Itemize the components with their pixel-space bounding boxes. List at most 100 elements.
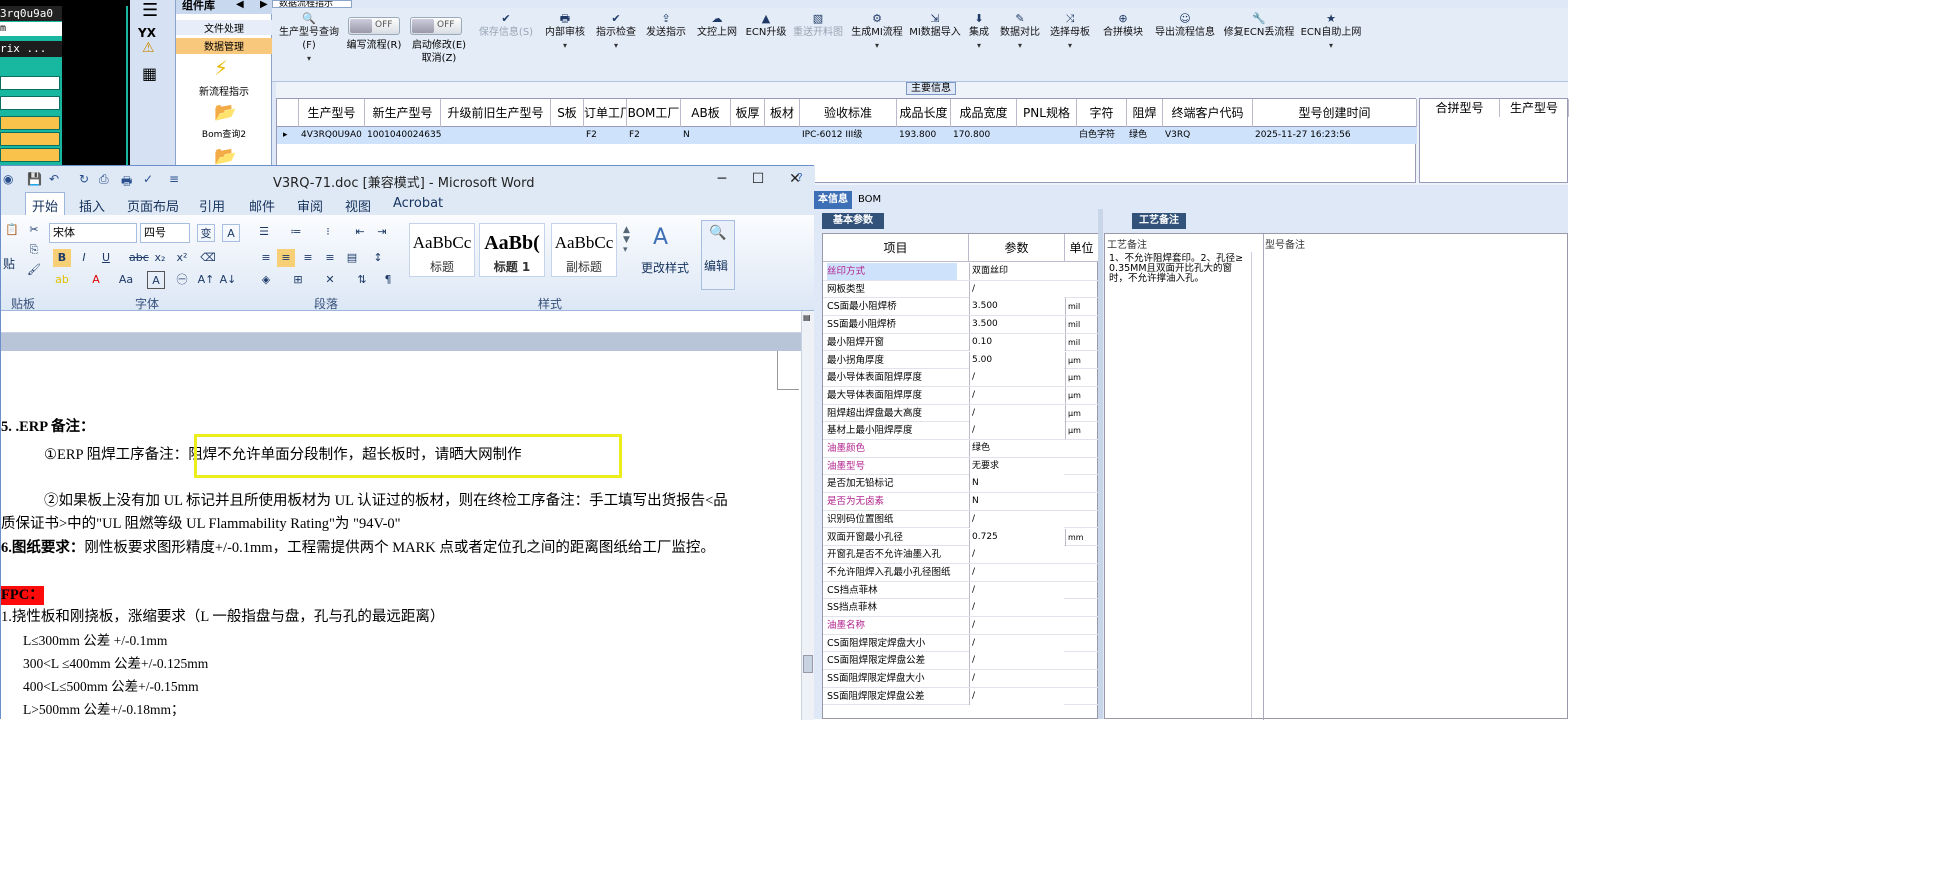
ribbon-tab[interactable]: 插入 [79,196,105,215]
column-header[interactable]: 阻焊 [1127,99,1163,127]
param-value[interactable]: / [969,280,1064,298]
justify-icon[interactable]: ≡ [321,249,339,267]
column-header[interactable]: 生产型号 [299,99,365,127]
lightning-icon[interactable]: ⚡ [214,56,228,80]
craft-note-text[interactable]: 1、不允许阻焊套印。2、孔径≥0.35MM且双面开比孔大的窗时，不允许撑油入孔。 [1109,254,1249,284]
table-row[interactable]: 开窗孔是否不允许油墨入孔 / [823,546,1099,564]
column-header[interactable]: 验收标准 [800,99,897,127]
toolbar-button[interactable]: ⚙ 生成MI流程 ▾ [848,12,906,72]
param-value[interactable]: 0.725 [969,528,1064,546]
param-value[interactable]: / [969,581,1064,599]
table-cell[interactable]: V3RQ [1163,127,1253,144]
param-value[interactable]: / [969,422,1064,440]
chevron-down-icon[interactable]: ▾ [540,39,590,52]
chevron-down-icon[interactable]: ▾ [848,39,906,52]
toolbar-button[interactable]: ⊕ 合拼模块 [1098,12,1148,72]
param-value[interactable]: / [969,599,1064,617]
table-cell[interactable]: IPC-6012 III级 [800,127,897,144]
table-cell[interactable] [1017,127,1077,144]
param-value[interactable]: 无要求 [969,457,1064,475]
font-select[interactable]: 宋体 [49,223,137,243]
cut-icon[interactable]: ✂ [25,221,43,239]
table-row[interactable]: CS面最小阻焊桥 3.500 mil [823,298,1099,317]
toggle-switch[interactable]: OFF [348,17,400,35]
align-left-icon[interactable]: ≡ [257,249,275,267]
bold-icon[interactable]: B [53,249,71,267]
table-cell[interactable] [731,127,765,144]
toolbar-button[interactable]: ☺ 导出流程信息 [1150,12,1220,72]
list-item[interactable]: 3rq0u9a0 [0,6,62,21]
print-preview-icon[interactable]: ⎙ [99,172,109,187]
multilevel-icon[interactable]: ⁝ [319,223,337,241]
column-header[interactable]: 生产型号 [1500,99,1569,117]
list-item[interactable]: rix ... [0,41,62,57]
chevron-down-icon[interactable]: ▾ [1046,39,1094,52]
column-header[interactable]: BOM工厂 [627,99,681,127]
align-center-icon[interactable]: ≡ [277,249,295,267]
chinese-layout-icon[interactable]: ✕ [321,271,339,289]
column-header[interactable]: 参数 [969,234,1065,262]
paste-label[interactable]: 贴 [3,255,15,272]
param-value[interactable]: / [969,617,1064,634]
ribbon-tab[interactable]: 审阅 [297,196,323,215]
folder-icon[interactable]: 📂 [214,146,236,167]
tab-basic-params[interactable]: 基本参数 [822,213,884,229]
change-case-icon[interactable]: Aa [117,271,135,289]
column-header[interactable]: 合拼型号 [1420,99,1500,117]
column-header[interactable]: 成品宽度 [951,99,1017,127]
table-cell[interactable]: 10010400246357 [365,127,441,144]
column-header[interactable]: 成品长度 [897,99,951,127]
column-header[interactable]: 新生产型号 [365,99,441,127]
enclose-icon[interactable]: ㊀ [173,271,191,289]
param-value[interactable]: 5.00 [969,351,1064,369]
arrow-left-icon[interactable]: ◀ [236,0,244,10]
subscript-icon[interactable]: x₂ [151,249,169,267]
param-value[interactable]: / [969,369,1064,387]
sort-icon[interactable]: ⇅ [353,271,371,289]
column-header[interactable]: AB板 [681,99,731,127]
table-row[interactable]: 是否为无卤素 N [823,493,1099,511]
table-cell[interactable]: F2 [627,127,681,144]
ruler-toggle-icon[interactable]: ▤ [803,313,813,323]
show-marks-icon[interactable]: ¶ [379,271,397,289]
print-icon[interactable]: 🖶 [121,172,132,193]
toolbar-button[interactable]: ⇪ 发送指示 [642,12,690,72]
toolbar-button[interactable]: ⬇ 集成 ▾ [964,12,994,72]
minimize-icon[interactable]: ─ [711,169,733,189]
param-value[interactable]: / [969,404,1064,422]
yx-icon[interactable]: YX [138,26,156,40]
table-row[interactable]: 阻焊超出焊盘最大高度 / μm [823,404,1099,423]
chevron-down-icon[interactable]: ▾ [274,52,344,65]
spell-icon[interactable]: ✓ [143,172,153,186]
toolbar-button[interactable]: ✔ 保存信息(S) [474,12,538,72]
table-row[interactable]: SS面阻焊限定焊盘公差 / [823,687,1099,706]
table-cell[interactable]: F2 [584,127,627,144]
table-cell[interactable] [441,127,551,144]
chevron-down-icon[interactable]: ▾ [996,39,1044,52]
decrease-indent-icon[interactable]: ⇤ [351,223,369,241]
param-value[interactable]: 3.500 [969,316,1064,334]
change-styles-icon[interactable]: A [653,225,668,250]
format-painter-icon[interactable]: 🖌 [25,261,43,279]
row-selector-header[interactable] [277,99,299,127]
param-value[interactable]: / [969,687,1064,705]
table-row[interactable]: 是否加无铅标记 N [823,475,1099,494]
param-value[interactable]: 双面丝印 [969,263,1064,280]
table-row[interactable]: ▸ 4V3RQ0U9A0 10010400246357 F2 F2 N IPC-6012 I… [277,127,1417,144]
distribute-icon[interactable]: ▤ [343,249,361,267]
column-header[interactable]: 项目 [823,234,969,262]
table-cell[interactable]: 170.800 [951,127,1017,144]
ribbon-tab[interactable]: 视图 [345,196,371,215]
table-cell[interactable]: 白色字符 [1077,127,1127,144]
toolbar-button[interactable]: ★ ECN自助上网 ▾ [1298,12,1364,72]
table-row[interactable]: CS挡点菲林 / [823,581,1099,600]
column-header[interactable]: 板厚 [731,99,765,127]
table-row[interactable]: CS面阻焊限定焊盘大小 / [823,634,1099,653]
note-scrollbar[interactable] [1251,252,1261,718]
table-cell[interactable]: 193.800 [897,127,951,144]
param-value[interactable]: 绿色 [969,440,1064,457]
shading-icon[interactable]: ◈ [257,271,275,289]
column-header[interactable]: S板 [551,99,584,127]
toolbar-button[interactable]: ✎ 数据对比 ▾ [996,12,1044,72]
param-value[interactable]: N [969,475,1064,493]
